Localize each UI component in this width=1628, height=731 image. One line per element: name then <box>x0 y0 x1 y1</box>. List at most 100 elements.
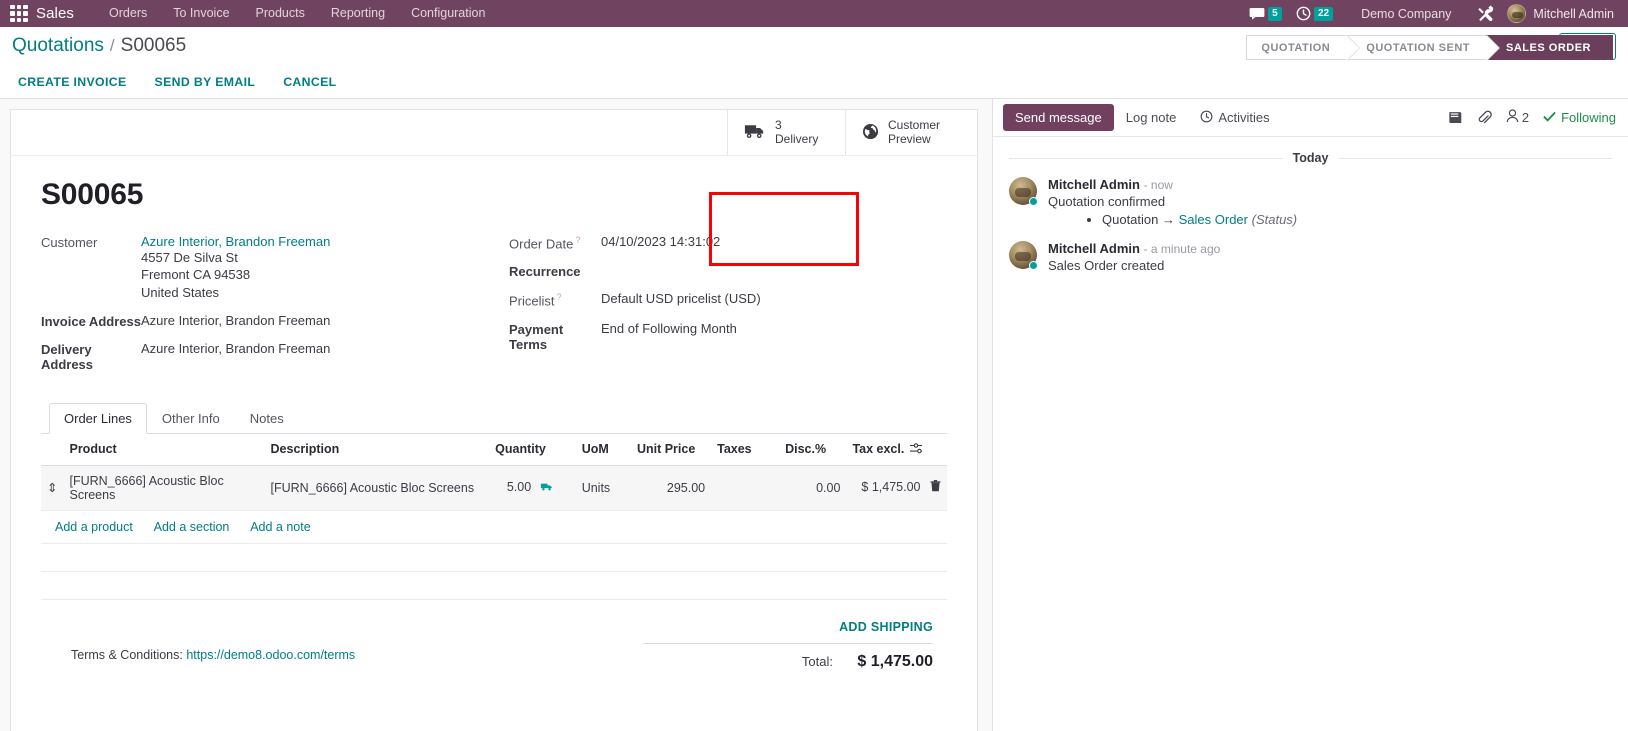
field-order-date-value[interactable]: 04/10/2023 14:31:02 <box>601 234 720 249</box>
clock-icon <box>1200 110 1213 126</box>
menu-orders[interactable]: Orders <box>96 0 160 27</box>
tab-other-info[interactable]: Other Info <box>147 403 235 434</box>
table-header-row: Product Description Quantity UoM Unit Pr… <box>41 433 947 466</box>
sliders-icon[interactable] <box>910 442 923 457</box>
field-payment-terms: Payment Terms End of Following Month <box>509 321 947 352</box>
breadcrumb-quotations[interactable]: Quotations <box>12 35 104 57</box>
field-invoice-address-value[interactable]: Azure Interior, Brandon Freeman <box>141 313 330 328</box>
form-columns: Customer Azure Interior, Brandon Freeman… <box>41 234 947 384</box>
chatter-toolbar-right: 2 Following <box>1448 109 1616 126</box>
apps-grid-icon[interactable] <box>10 4 28 23</box>
customer-preview-label: Customer <box>888 117 941 132</box>
check-icon <box>1543 110 1556 125</box>
breadcrumb: Quotations / S00065 <box>12 35 186 57</box>
cancel-button[interactable]: CANCEL <box>283 75 336 89</box>
field-payment-terms-value[interactable]: End of Following Month <box>601 321 737 336</box>
field-payment-terms-label: Payment Terms <box>509 321 564 352</box>
col-uom: UoM <box>559 433 631 466</box>
field-invoice-address-label: Invoice Address <box>41 313 141 329</box>
row-discount[interactable]: 0.00 <box>779 465 847 511</box>
field-customer-value-group: Azure Interior, Brandon Freeman 4557 De … <box>141 234 330 301</box>
message-author[interactable]: Mitchell Admin <box>1048 241 1140 256</box>
tracking-field-name: (Status) <box>1251 212 1298 227</box>
customer-link[interactable]: Azure Interior, Brandon Freeman <box>141 234 330 249</box>
delivery-label: Delivery <box>775 131 819 146</box>
notebook: Order Lines Other Info Notes Product Des… <box>41 402 947 600</box>
tab-notes[interactable]: Notes <box>235 403 299 434</box>
col-handle <box>41 433 64 466</box>
col-quantity: Quantity <box>489 433 560 466</box>
table-row[interactable]: ⇕ [FURN_6666] Acoustic Bloc Screens [FUR… <box>41 465 947 511</box>
avatar <box>1507 4 1527 23</box>
top-navbar: Sales Orders To Invoice Products Reporti… <box>0 0 1628 27</box>
send-message-button[interactable]: Send message <box>1003 104 1114 131</box>
activities-button[interactable]: 22 <box>1296 6 1334 21</box>
wrench-screwdriver-icon[interactable] <box>1465 5 1507 23</box>
messages-button[interactable]: 5 <box>1249 6 1282 21</box>
row-uom[interactable]: Units <box>559 465 631 511</box>
status-quotation-sent[interactable]: QUOTATION SENT <box>1346 35 1500 61</box>
customer-address-city: Fremont CA 94538 <box>141 267 251 283</box>
tracking-row: Quotation → Sales Order (Status) <box>1102 212 1612 227</box>
menu-configuration[interactable]: Configuration <box>398 0 498 27</box>
followers-button[interactable]: 2 <box>1506 109 1529 126</box>
chatter-thread: Today Mitchell Admin - now Quotation con… <box>993 137 1628 287</box>
field-pricelist-value[interactable]: Default USD pricelist (USD) <box>601 291 761 306</box>
status-quotation[interactable]: QUOTATION <box>1246 35 1361 61</box>
tracking-values: Quotation → Sales Order (Status) <box>1062 212 1612 227</box>
activities-count: 22 <box>1313 6 1334 21</box>
odoo-sales-app: Sales Orders To Invoice Products Reporti… <box>0 0 1628 731</box>
row-tax-excl-cell: $ 1,475.00 <box>846 465 947 511</box>
menu-to-invoice[interactable]: To Invoice <box>160 0 242 27</box>
send-by-email-button[interactable]: SEND BY EMAIL <box>155 75 256 89</box>
create-invoice-button[interactable]: CREATE INVOICE <box>18 75 127 89</box>
chat-bubble-icon <box>1249 7 1265 21</box>
field-order-date-label: Order Date? <box>509 234 601 251</box>
messages-count: 5 <box>1267 6 1282 21</box>
status-sales-order[interactable]: SALES ORDER <box>1486 35 1613 60</box>
row-taxes[interactable] <box>711 465 780 511</box>
col-product: Product <box>63 433 265 466</box>
help-icon[interactable]: ? <box>575 235 580 245</box>
add-a-note-link[interactable]: Add a note <box>250 520 310 534</box>
message-author[interactable]: Mitchell Admin <box>1048 177 1140 192</box>
customer-preview-stat-button[interactable]: Customer Preview <box>845 110 963 155</box>
terms-url-link[interactable]: https://demo8.odoo.com/terms <box>186 648 355 662</box>
breadcrumb-current: S00065 <box>120 35 187 56</box>
trash-icon[interactable] <box>930 480 941 495</box>
field-pricelist-label: Pricelist? <box>509 291 601 308</box>
user-menu[interactable]: Mitchell Admin <box>1507 4 1620 23</box>
arrow-icon: → <box>1162 212 1175 227</box>
field-recurrence: Recurrence <box>509 263 947 279</box>
add-a-product-link[interactable]: Add a product <box>55 520 133 534</box>
tab-order-lines[interactable]: Order Lines <box>49 402 147 434</box>
add-shipping-button[interactable]: ADD SHIPPING <box>643 620 933 643</box>
tracking-new-value: Sales Order <box>1178 212 1248 227</box>
menu-products[interactable]: Products <box>243 0 318 27</box>
company-switcher[interactable]: Demo Company <box>1347 7 1465 21</box>
message-text: Sales Order created <box>1048 258 1165 273</box>
log-note-button[interactable]: Log note <box>1114 104 1189 131</box>
app-brand-sales[interactable]: Sales <box>36 5 74 22</box>
paperclip-icon[interactable] <box>1477 110 1492 125</box>
notebook-tabs: Order Lines Other Info Notes <box>41 402 947 434</box>
empty-row <box>41 543 947 572</box>
message-time: - now <box>1143 178 1173 192</box>
row-product[interactable]: [FURN_6666] Acoustic Bloc Screens <box>63 465 265 511</box>
activities-button[interactable]: Activities <box>1188 104 1281 132</box>
field-delivery-address-value[interactable]: Azure Interior, Brandon Freeman <box>141 341 330 356</box>
following-status[interactable]: Following <box>1543 110 1616 125</box>
knowledge-book-icon[interactable] <box>1448 111 1463 125</box>
menu-reporting[interactable]: Reporting <box>318 0 398 27</box>
customer-address-country: United States <box>141 284 220 300</box>
delivery-stat-button[interactable]: 3 Delivery <box>727 110 845 155</box>
row-quantity-cell[interactable]: 5.00 <box>489 465 560 511</box>
help-icon[interactable]: ? <box>557 292 562 302</box>
field-pricelist: Pricelist? Default USD pricelist (USD) <box>509 291 947 308</box>
row-unit-price[interactable]: 295.00 <box>630 465 712 511</box>
total-label: Total: <box>801 653 833 669</box>
drag-handle-icon[interactable]: ⇕ <box>41 465 64 511</box>
row-description[interactable]: [FURN_6666] Acoustic Bloc Screens <box>264 465 490 511</box>
terms-and-conditions: Terms & Conditions: https://demo8.odoo.c… <box>55 620 643 671</box>
add-a-section-link[interactable]: Add a section <box>154 520 230 534</box>
